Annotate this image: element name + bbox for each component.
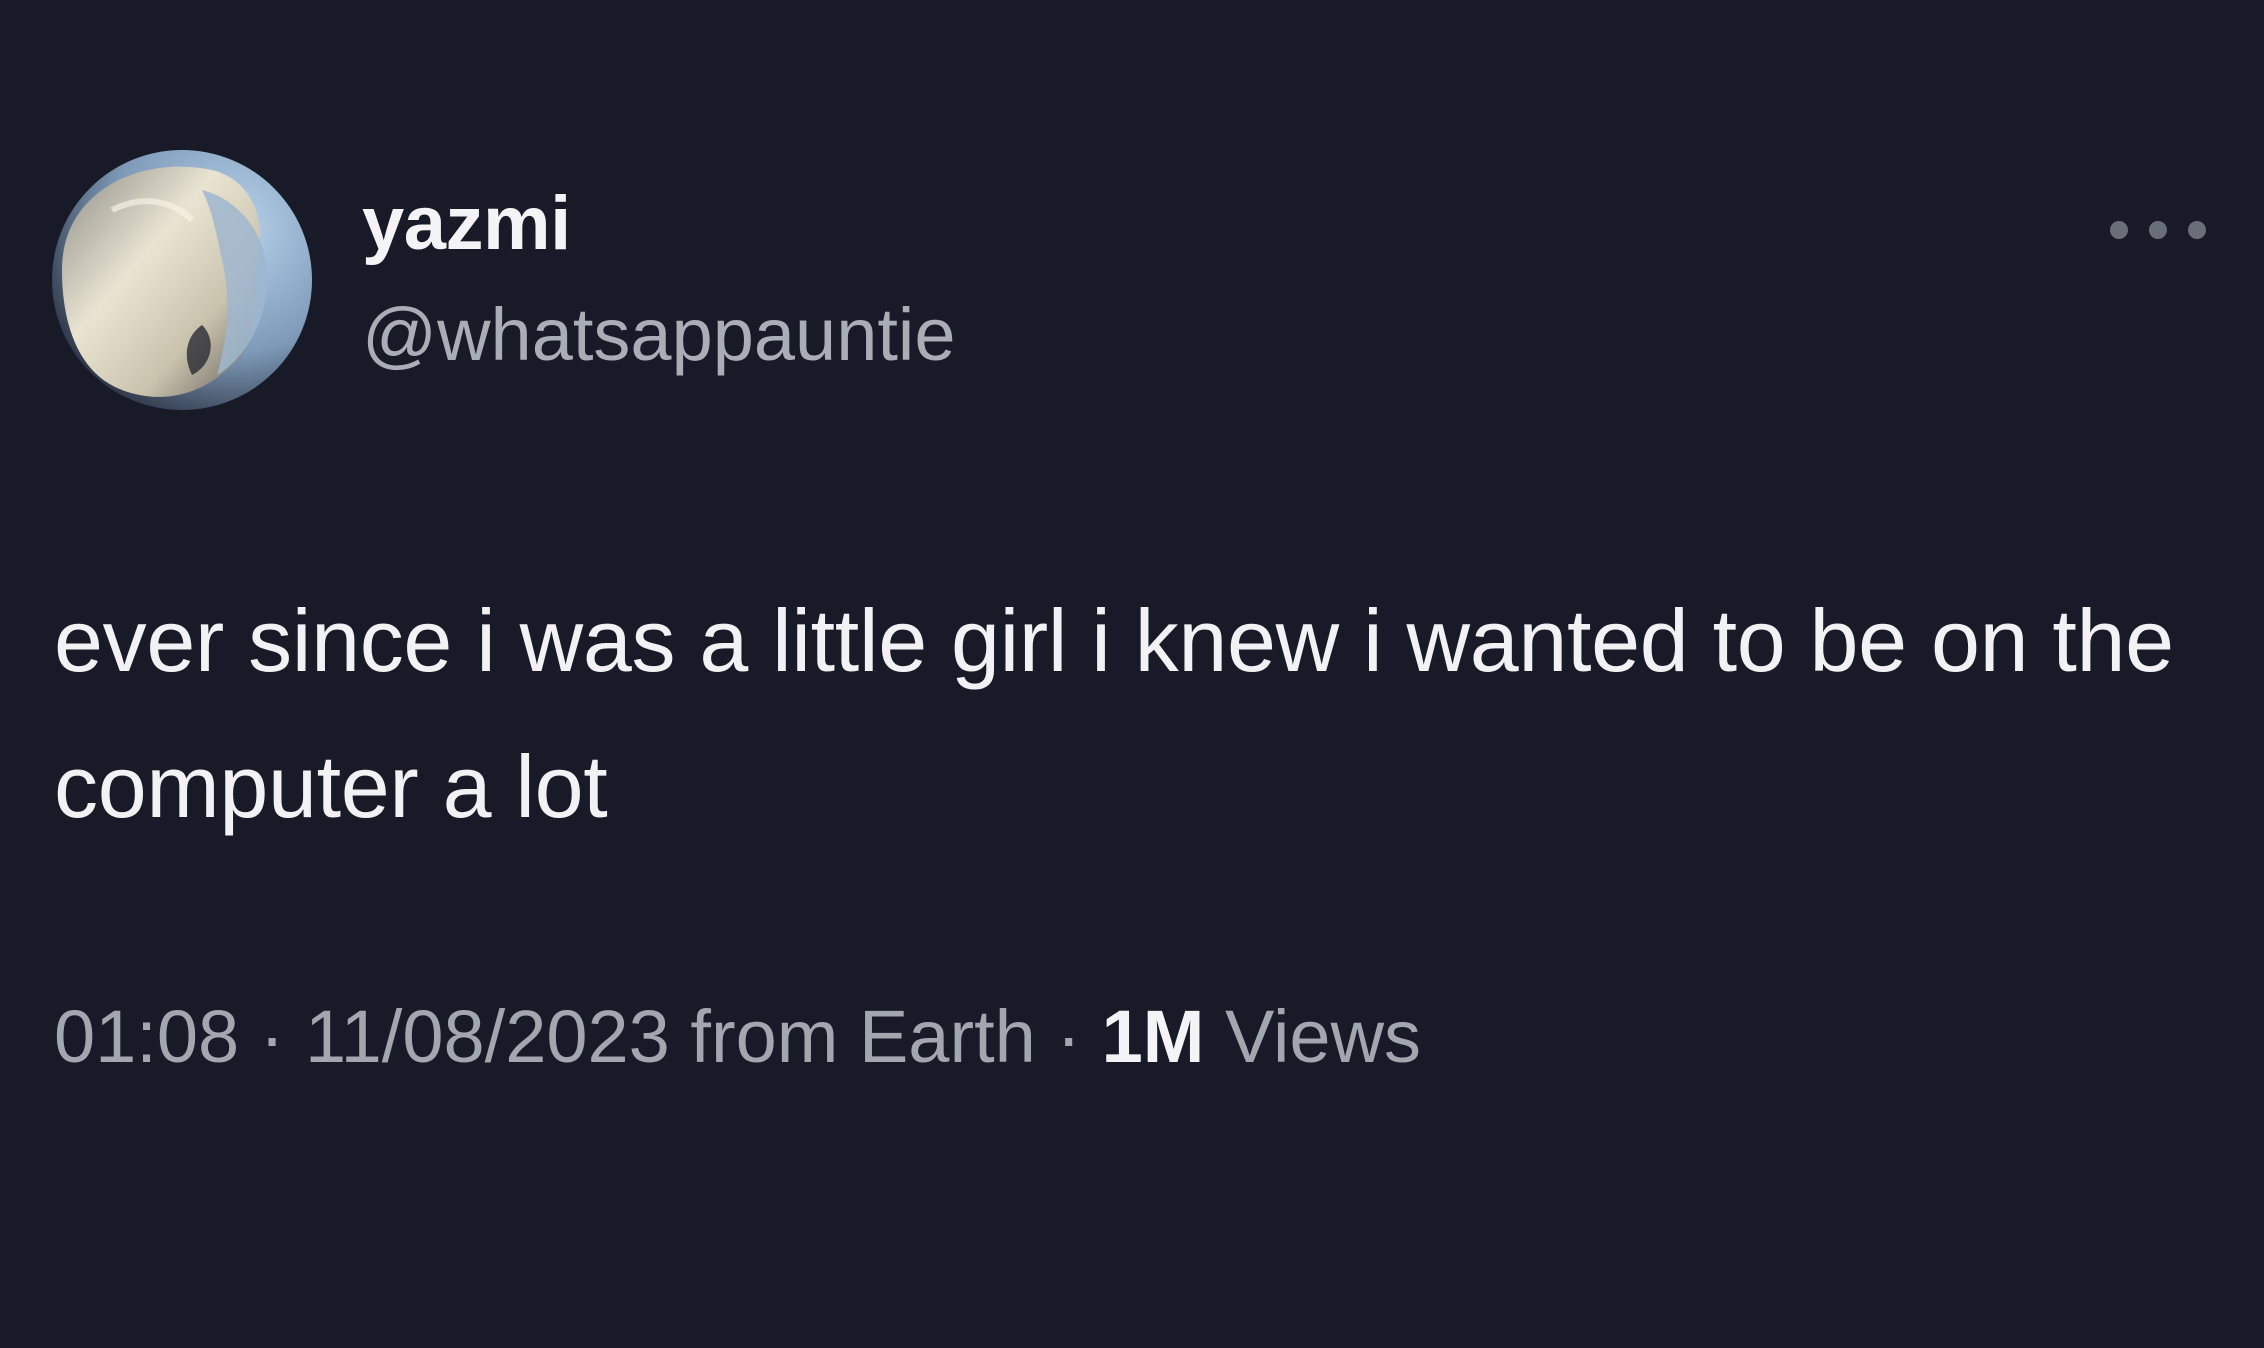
user-handle[interactable]: @whatsappauntie [362, 298, 956, 372]
meta-separator: · [239, 995, 305, 1078]
display-name[interactable]: yazmi [362, 186, 571, 262]
more-dot [2188, 221, 2206, 239]
avatar[interactable] [52, 150, 312, 410]
tweet-time[interactable]: 01:08 [54, 995, 239, 1078]
meta-separator: · [1035, 995, 1102, 1078]
more-dot [2110, 221, 2128, 239]
more-options-icon[interactable] [2110, 205, 2206, 255]
tweet-date[interactable]: 11/08/2023 [305, 995, 670, 1078]
more-dot [2149, 221, 2167, 239]
tweet-text: ever since i was a little girl i knew i … [54, 591, 2174, 836]
avatar-image [52, 150, 312, 410]
tweet-card: yazmi @whatsappauntie ever since i was a… [0, 0, 2264, 1348]
tweet-metadata: 01:08 · 11/08/2023 from Earth · 1M Views [54, 1000, 1421, 1074]
views-count[interactable]: 1M [1102, 995, 1205, 1078]
views-label[interactable]: Views [1204, 995, 1421, 1078]
tweet-source: from Earth [669, 995, 1036, 1078]
